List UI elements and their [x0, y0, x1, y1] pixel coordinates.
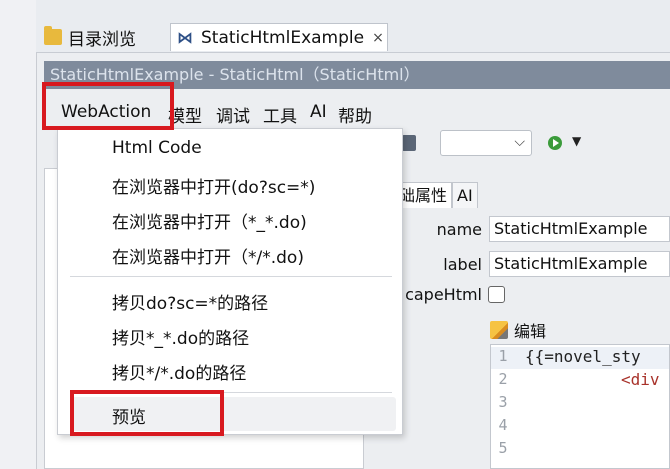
- menu-item-html-code[interactable]: Html Code: [112, 138, 202, 158]
- left-gutter: [0, 0, 37, 469]
- webaction-dropdown-menu: Html Code 在浏览器中打开(do?sc=*) 在浏览器中打开（*_*.d…: [57, 128, 403, 435]
- tab-static-html-example[interactable]: ⋈ StaticHtmlExample ×: [170, 23, 388, 51]
- menu-item-open-browser-sc[interactable]: 在浏览器中打开(do?sc=*): [112, 173, 315, 198]
- tab-label: 目录浏览: [68, 29, 136, 50]
- properties-panel: 础属性 AI name StaticHtmlExample label Stat…: [364, 168, 670, 469]
- tab-directory-browse[interactable]: 目录浏览: [40, 23, 170, 51]
- annotation-highlight-preview: [70, 390, 224, 436]
- code-line: {{=novel_sty: [525, 347, 641, 366]
- chevron-down-icon: ⌵: [514, 134, 525, 150]
- menu-item-open-browser-underscore[interactable]: 在浏览器中打开（*_*.do): [112, 208, 307, 233]
- save-icon[interactable]: [402, 135, 416, 151]
- folder-icon: [44, 26, 62, 45]
- close-icon[interactable]: ×: [372, 30, 384, 46]
- line-number: 3: [498, 393, 508, 411]
- line-number: 2: [498, 370, 508, 388]
- line-number: 1: [498, 347, 508, 365]
- label-field[interactable]: StaticHtmlExample: [489, 251, 670, 277]
- property-tabs: 础属性 AI: [394, 182, 478, 208]
- x-node-icon: ⋈: [177, 27, 193, 47]
- menu-item-open-browser-slash[interactable]: 在浏览器中打开（*/*.do): [112, 243, 304, 268]
- name-field[interactable]: StaticHtmlExample: [489, 216, 670, 242]
- line-number: 5: [498, 439, 508, 457]
- menu-ai[interactable]: AI: [310, 102, 327, 122]
- menu-debug[interactable]: 调试: [216, 102, 250, 127]
- menu-separator: [70, 276, 392, 277]
- run-icon[interactable]: [548, 136, 562, 150]
- toolbar-combo[interactable]: ⌵: [440, 130, 532, 156]
- caret-down-icon[interactable]: ▼: [572, 134, 581, 148]
- escape-html-checkbox[interactable]: [488, 286, 505, 303]
- menu-tools[interactable]: 工具: [263, 102, 297, 127]
- editor-tab-bar: 目录浏览 ⋈ StaticHtmlExample ×: [36, 0, 670, 53]
- menu-item-copy-underscore-path[interactable]: 拷贝*_*.do的路径: [112, 324, 249, 349]
- menu-item-copy-sc-path[interactable]: 拷贝do?sc=*的路径: [112, 289, 268, 314]
- annotation-highlight-webaction: [42, 82, 174, 130]
- code-editor[interactable]: 1 2 3 4 5 {{=novel_sty <div: [490, 344, 670, 469]
- line-number: 4: [498, 416, 508, 434]
- edit-label: 编辑: [514, 322, 547, 341]
- menu-help[interactable]: 帮助: [338, 102, 372, 127]
- tab-label: StaticHtmlExample: [201, 27, 365, 48]
- code-line: <div: [621, 370, 660, 389]
- edit-button[interactable]: 编辑: [490, 318, 546, 342]
- tab-ai[interactable]: AI: [452, 182, 478, 208]
- menu-item-copy-slash-path[interactable]: 拷贝*/*.do的路径: [112, 359, 246, 384]
- pencil-icon: [490, 321, 508, 339]
